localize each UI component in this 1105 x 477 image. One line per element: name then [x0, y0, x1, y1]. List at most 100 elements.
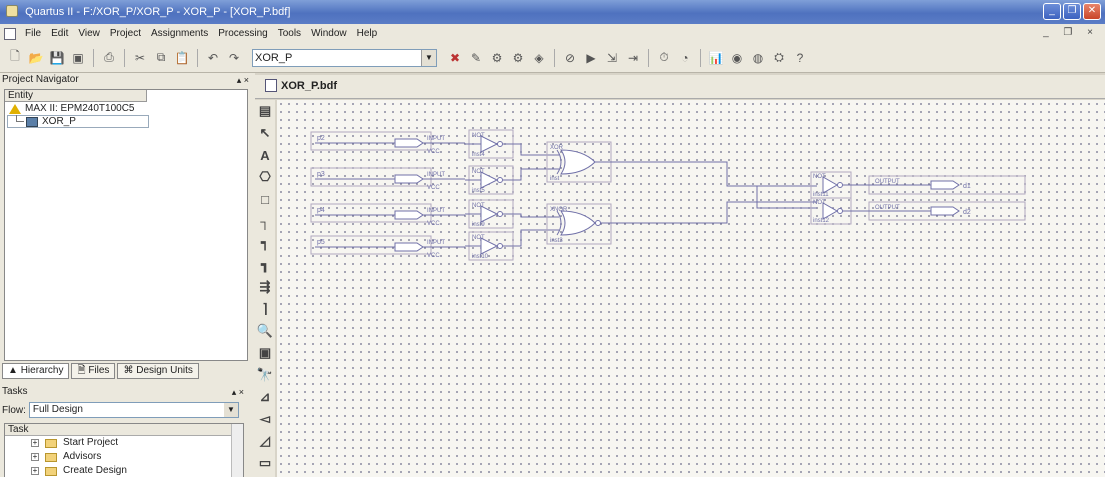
- pin-sub-p5: VCC: [427, 253, 440, 259]
- top-entity-row[interactable]: XOR_P: [7, 115, 149, 128]
- orthogonal-bus-icon[interactable]: ┑: [255, 232, 275, 254]
- pin-type-p4: INPUT: [427, 208, 445, 214]
- text-tool-icon[interactable]: A: [255, 144, 275, 166]
- zoom-icon[interactable]: 🔍: [255, 320, 275, 342]
- analysis-synthesis-icon[interactable]: ⇲: [603, 49, 621, 67]
- schematic-canvas[interactable]: p2 INPUT VCC p3 INPUT VCC p4 INPUT VCC p…: [277, 100, 1105, 477]
- flow-select[interactable]: Full Design ▼: [28, 402, 239, 418]
- start-compilation-icon[interactable]: ▶: [582, 49, 600, 67]
- orthogonal-node-icon[interactable]: ┐: [255, 210, 275, 232]
- close-button[interactable]: ✕: [1083, 3, 1101, 20]
- menu-window[interactable]: Window: [306, 28, 352, 39]
- task-item-start-project[interactable]: + Start Project: [5, 436, 243, 450]
- assignment-editor-icon[interactable]: ✖: [446, 49, 464, 67]
- expand-icon[interactable]: +: [31, 467, 39, 475]
- gate-inst: inst11: [813, 192, 829, 198]
- top-entity-label: XOR_P: [42, 116, 76, 127]
- mdi-window-controls[interactable]: _ ❐ ×: [1043, 27, 1099, 38]
- timing-analyzer-icon[interactable]: ⏱: [655, 49, 673, 67]
- project-combo[interactable]: XOR_P ▼: [252, 48, 437, 67]
- save-icon[interactable]: 💾: [48, 49, 66, 67]
- gate-inst: inst: [550, 176, 560, 182]
- simulator-icon[interactable]: ◔: [676, 49, 694, 67]
- title-bar: Quartus II - F:/XOR_P/XOR_P - XOR_P - [X…: [0, 0, 1105, 24]
- pin-planner-icon[interactable]: ✎: [467, 49, 485, 67]
- menu-file[interactable]: File: [20, 28, 46, 39]
- task-header-label: Task: [8, 424, 29, 435]
- detach-window-icon[interactable]: ▤: [255, 100, 275, 122]
- task-item-create-design[interactable]: + Create Design: [5, 464, 243, 477]
- menu-view[interactable]: View: [73, 28, 105, 39]
- save-all-icon[interactable]: ▣: [69, 49, 87, 67]
- rubberbanding-icon[interactable]: ⇶: [255, 276, 275, 298]
- tab-files[interactable]: 🗎 Files: [71, 363, 116, 379]
- signaltap-icon[interactable]: ◍: [749, 49, 767, 67]
- symbol-tool-icon[interactable]: ⎔: [255, 166, 275, 188]
- flow-row: Flow: Full Design ▼: [2, 402, 239, 418]
- expand-icon[interactable]: +: [31, 439, 39, 447]
- pin-type-d1: OUTPUT: [875, 179, 900, 185]
- conduit-tool-icon[interactable]: ┓: [255, 254, 275, 276]
- paste-icon[interactable]: 📋: [173, 49, 191, 67]
- selection-tool-icon[interactable]: ↖: [255, 122, 275, 144]
- menu-tools[interactable]: Tools: [273, 28, 306, 39]
- project-navigator-title: Project Navigator: [2, 74, 79, 85]
- menu-project[interactable]: Project: [105, 28, 146, 39]
- document-menu-icon[interactable]: [4, 27, 16, 40]
- output-pin-d2[interactable]: [843, 201, 1026, 221]
- tab-design-units[interactable]: ⌘ Design Units: [117, 363, 199, 379]
- entity-column-header[interactable]: Entity: [5, 90, 147, 102]
- block-tool-icon[interactable]: □: [255, 188, 275, 210]
- window-title: Quartus II - F:/XOR_P/XOR_P - XOR_P - [X…: [25, 6, 291, 18]
- device-row[interactable]: MAX II: EPM240T100C5: [5, 102, 247, 115]
- document-tab[interactable]: XOR_P.bdf: [265, 79, 337, 92]
- chip-planner-icon[interactable]: ⚙: [509, 49, 527, 67]
- full-screen-icon[interactable]: ▣: [255, 342, 275, 364]
- compilation-report-icon[interactable]: 📊: [707, 49, 725, 67]
- tab-files-label: Files: [88, 365, 110, 376]
- help-icon[interactable]: ?: [791, 49, 809, 67]
- flow-label: Flow:: [2, 404, 26, 416]
- fitter-icon[interactable]: ⇥: [624, 49, 642, 67]
- task-scrollbar[interactable]: [231, 424, 243, 477]
- chevron-down-icon[interactable]: ▼: [223, 403, 238, 417]
- programmer-icon[interactable]: ◉: [728, 49, 746, 67]
- task-item-advisors[interactable]: + Advisors: [5, 450, 243, 464]
- chevron-down-icon[interactable]: ▼: [421, 49, 436, 66]
- minimize-button[interactable]: _: [1043, 3, 1061, 20]
- design-partition-icon[interactable]: ◈: [530, 49, 548, 67]
- panel-close-icon[interactable]: ▴ ×: [237, 73, 249, 87]
- flip-horizontal-icon[interactable]: ⊿: [255, 386, 275, 408]
- rotate-icon[interactable]: ◿: [255, 430, 275, 452]
- print-icon[interactable]: ⎙: [100, 49, 118, 67]
- redo-icon[interactable]: ↷: [225, 49, 243, 67]
- undo-icon[interactable]: ↶: [204, 49, 222, 67]
- pin-type-p2: INPUT: [427, 136, 445, 142]
- menu-edit[interactable]: Edit: [46, 28, 73, 39]
- menu-assignments[interactable]: Assignments: [146, 28, 213, 39]
- restore-button[interactable]: ❐: [1063, 3, 1081, 20]
- chip-editor-icon[interactable]: ⛭: [770, 49, 788, 67]
- output-pin-d1[interactable]: [843, 175, 1026, 195]
- partial-line-icon[interactable]: ⌉: [255, 298, 275, 320]
- project-combo-value: XOR_P: [255, 51, 293, 64]
- settings-icon[interactable]: ⚙: [488, 49, 506, 67]
- tab-design-units-label: Design Units: [136, 365, 193, 376]
- flip-vertical-icon[interactable]: ◅: [255, 408, 275, 430]
- find-icon[interactable]: 🔭: [255, 364, 275, 386]
- copy-icon[interactable]: ⧉: [152, 49, 170, 67]
- tasks-close-icon[interactable]: ▴ ×: [232, 385, 244, 399]
- device-label: MAX II: EPM240T100C5: [25, 103, 135, 114]
- pin-name-d2: d2: [963, 209, 971, 216]
- rectangle-tool-icon[interactable]: ▭: [255, 452, 275, 474]
- new-file-icon[interactable]: 🗋: [6, 49, 24, 67]
- gate-type: NOT: [472, 235, 485, 241]
- expand-icon[interactable]: +: [31, 453, 39, 461]
- task-column-header[interactable]: Task: [5, 424, 243, 436]
- open-folder-icon[interactable]: 📂: [27, 49, 45, 67]
- menu-processing[interactable]: Processing: [213, 28, 272, 39]
- menu-help[interactable]: Help: [352, 28, 383, 39]
- tab-hierarchy[interactable]: ▲ Hierarchy: [2, 363, 70, 379]
- cut-icon[interactable]: ✂: [131, 49, 149, 67]
- stop-processing-icon[interactable]: ⊘: [561, 49, 579, 67]
